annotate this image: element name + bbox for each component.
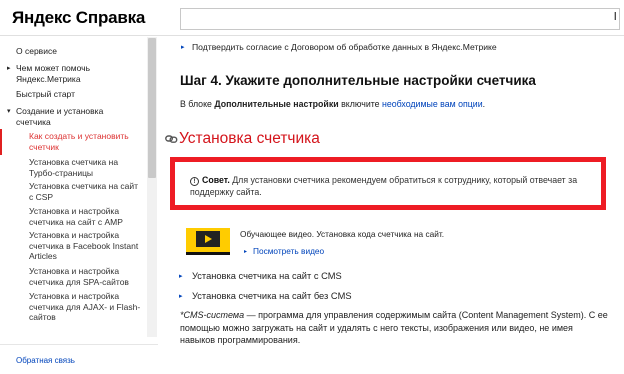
play-icon	[205, 235, 212, 243]
site-logo[interactable]: Яндекс Справка	[12, 8, 145, 28]
bullet-icon: ▸	[244, 249, 248, 255]
cms-definition-text: — программа для управления содержимым са…	[180, 310, 608, 345]
sidebar-item-label: Создание и установка счетчика	[16, 106, 104, 127]
sidebar-scroll-thumb[interactable]	[148, 38, 156, 178]
anchor-link-icon[interactable]	[165, 133, 178, 145]
active-item-indicator	[0, 129, 2, 155]
sidebar-subitem-amp[interactable]: Установка и настройка счетчика на сайт с…	[29, 206, 141, 227]
feedback-link[interactable]: Обратная связь	[16, 356, 75, 365]
step-text-mid: включите	[338, 99, 383, 109]
sidebar-subitem-csp[interactable]: Установка счетчика на сайт с CSP	[29, 181, 141, 202]
no-cms-install-link[interactable]: Установка счетчика на сайт без CMS	[192, 290, 352, 302]
section-title: Установка счетчика	[179, 130, 320, 147]
sidebar-item-label: Быстрый старт	[16, 89, 75, 99]
sidebar-subitem-facebook[interactable]: Установка и настройка счетчика в Faceboo…	[29, 230, 141, 262]
sidebar-item-quick-start[interactable]: Быстрый старт	[16, 89, 75, 100]
consent-link[interactable]: Подтвердить согласие с Договором об обра…	[192, 41, 497, 53]
cms-term: *CMS-система	[180, 310, 245, 320]
sidebar-subitem-turbo[interactable]: Установка счетчика на Турбо-страницы	[29, 157, 141, 178]
search-button-edge[interactable]: l	[614, 11, 616, 23]
video-thumbnail[interactable]	[186, 228, 230, 255]
sidebar-item-how-metrica-helps[interactable]: ▸ Чем может помочь Яндекс.Метрика	[7, 63, 136, 85]
tip-body: Для установки счетчика рекомендуем обрат…	[190, 175, 578, 197]
sidebar-divider	[0, 344, 158, 345]
expand-arrow-icon[interactable]: ▸	[7, 63, 11, 74]
info-icon: !	[190, 177, 199, 186]
sidebar-item-create-install[interactable]: ▾ Создание и установка счетчика	[7, 106, 126, 128]
options-link[interactable]: необходимые вам опции	[382, 99, 483, 109]
header: Яндекс Справка l	[0, 0, 624, 36]
step-heading: Шаг 4. Укажите дополнительные настройки …	[180, 73, 536, 88]
sidebar-item-label: Чем может помочь Яндекс.Метрика	[16, 63, 91, 84]
video-base	[186, 252, 230, 255]
cms-install-link[interactable]: Установка счетчика на сайт с CMS	[192, 270, 342, 282]
step-text-prefix: В блоке	[180, 99, 215, 109]
collapse-arrow-icon[interactable]: ▾	[7, 106, 11, 117]
sidebar-item-about[interactable]: О сервисе	[16, 46, 57, 57]
tip-label: Совет.	[202, 175, 230, 185]
bullet-icon: ▸	[179, 293, 183, 300]
sidebar-item-label: О сервисе	[16, 46, 57, 56]
search-input[interactable]	[180, 8, 620, 30]
tip-text: ! Совет. Для установки счетчика рекоменду…	[190, 174, 600, 198]
video-description: Обучающее видео. Установка кода счетчика…	[240, 229, 445, 239]
step-text-suffix: .	[482, 99, 486, 109]
sidebar-subitem-ajax-flash[interactable]: Установка и настройка счетчика для AJAX-…	[29, 291, 141, 323]
cms-definition: *CMS-система — программа для управления …	[180, 309, 610, 347]
sidebar-subitem-how-to-create[interactable]: Как создать и установить счетчик	[29, 131, 141, 152]
bullet-icon: ▸	[179, 273, 183, 280]
bullet-icon: ▸	[181, 44, 185, 51]
sidebar-subitem-spa[interactable]: Установка и настройка счетчика для SPA-с…	[29, 266, 141, 287]
step-text: В блоке Дополнительные настройки включит…	[180, 98, 485, 110]
step-text-bold: Дополнительные настройки	[214, 99, 339, 109]
watch-video-link[interactable]: Посмотреть видео	[253, 246, 324, 256]
